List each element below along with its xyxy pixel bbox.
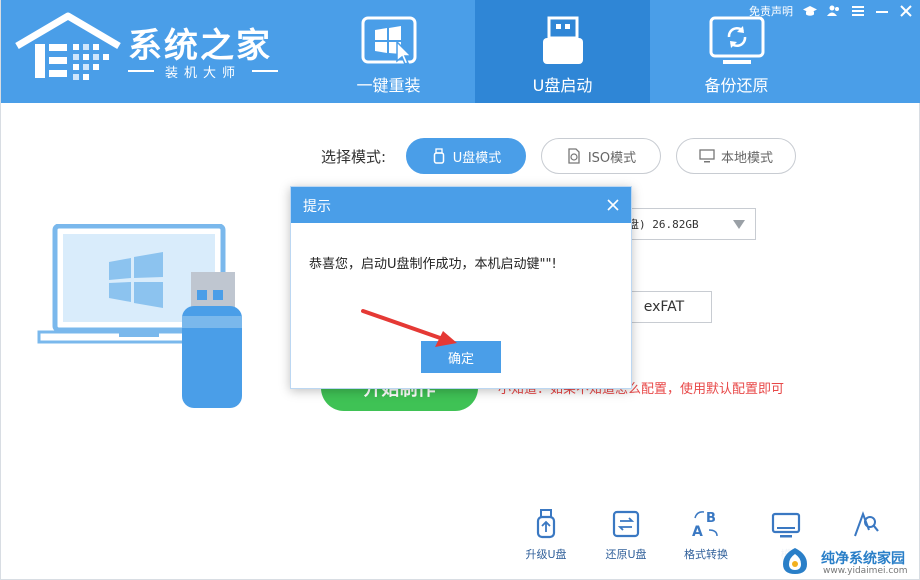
laptop-usb-illustration [37,224,242,408]
tool-label: 格式转换 [684,548,728,561]
iso-mode-button[interactable]: ISO模式 [541,138,661,174]
top-links: 免责声明 [749,2,913,20]
tool-restore-usb[interactable]: 还原U盘 [596,508,656,568]
app-logo: 系统之家 装机大师 [13,10,283,90]
tab-label: 一键重装 [356,76,421,95]
usb-drive-icon [543,16,583,64]
windows-cursor-icon [361,16,417,65]
search-tool-icon [854,511,879,537]
tool-upgrade-usb[interactable]: 升级U盘 [516,508,576,568]
ok-button[interactable]: 确定 [421,341,501,373]
svg-text:A: A [692,524,703,540]
tool-format-convert[interactable]: AB 格式转换 [676,508,736,568]
logo-subtitle: 装机大师 [128,62,278,81]
dialog-title: 提示 [303,199,331,215]
usb-restore-icon [612,510,640,538]
usb-stick-icon [433,148,444,164]
format-convert-icon: AB [692,511,718,540]
watermark: 纯净系统家园 www.yidaimei.com [749,540,919,578]
backup-restore-icon [709,16,765,64]
graduation-cap-icon[interactable] [803,4,817,18]
dialog-message: 恭喜您，启动U盘制作成功，本机启动键""! [309,257,557,272]
disc-file-icon [568,148,580,164]
watermark-url: www.yidaimei.com [823,566,908,576]
mode-label-text: U盘模式 [452,150,502,166]
minimize-icon[interactable] [875,4,889,18]
close-icon[interactable] [899,4,913,18]
tab-usb-boot[interactable]: U盘启动 [475,0,650,103]
watermark-title: 纯净系统家园 [821,551,905,567]
tab-label: 备份还原 [704,76,769,95]
tool-label: 还原U盘 [605,548,647,561]
close-icon[interactable] [605,197,621,213]
dialog-header: 提示 [291,187,631,223]
users-icon[interactable] [827,4,841,18]
usb-upgrade-icon [536,509,556,539]
app-window: 系统之家 装机大师 一键重装 U盘启动 备份还原 免责声明 选择模式: U盘模式… [0,0,920,580]
logo-title: 系统之家 [128,26,272,66]
mode-label-text: 本地模式 [720,150,773,166]
watermark-logo-icon [783,548,807,574]
filesystem-value: exFAT [643,299,685,315]
monitor-icon [699,149,715,163]
disclaimer-link[interactable]: 免责声明 [749,3,793,19]
chevron-down-icon [733,220,745,229]
tool-label: 升级U盘 [525,548,567,561]
local-mode-button[interactable]: 本地模式 [676,138,796,174]
prompt-dialog: 提示 恭喜您，启动U盘制作成功，本机启动键""! 确定 [290,186,632,389]
device-select-value: 盘) 26.82GB [628,218,699,231]
tab-label: U盘启动 [532,76,593,95]
house-logo-icon [15,12,121,80]
monitor-simulate-icon [771,512,801,538]
menu-icon[interactable] [851,4,865,18]
svg-text:B: B [706,511,716,526]
tab-one-click-reinstall[interactable]: 一键重装 [301,0,476,103]
mode-label-text: ISO模式 [587,150,637,166]
usb-mode-button[interactable]: U盘模式 [406,138,526,174]
header-bar: 系统之家 装机大师 一键重装 U盘启动 备份还原 免责声明 [1,0,920,103]
mode-label: 选择模式: [321,148,387,166]
